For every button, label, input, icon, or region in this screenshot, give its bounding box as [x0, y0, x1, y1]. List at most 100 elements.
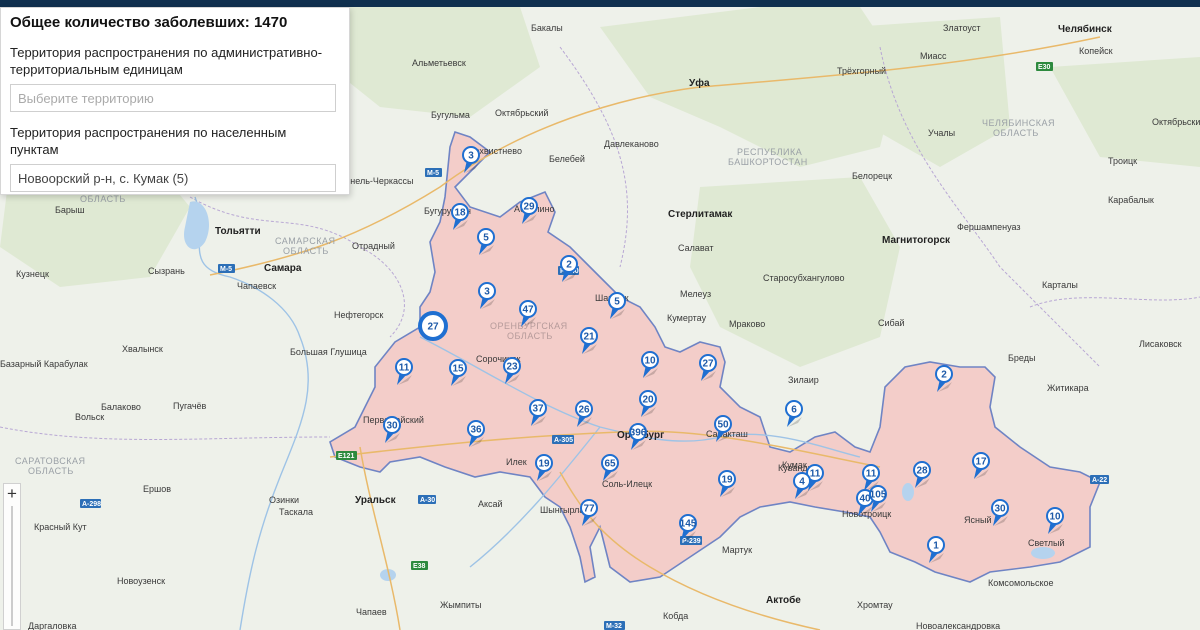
town-label: Бакалы [531, 23, 563, 33]
town-label: Уфа [689, 77, 710, 89]
town-label: Даргаловка [28, 621, 76, 630]
marker-count: 47 [522, 305, 534, 316]
town-label: Новоалександровка [916, 621, 1000, 630]
town-label: Кумак [782, 460, 807, 470]
road-label: E30 [1038, 64, 1051, 71]
town-label: Пугачёв [173, 401, 207, 411]
region-label: ОБЛАСТЬ [993, 128, 1039, 138]
marker-count: 3 [484, 287, 490, 298]
town-label: Чапаевск [237, 281, 276, 291]
marker-count: 4 [799, 477, 805, 488]
region-label: САМАРСКАЯ [275, 236, 335, 246]
town-label: Учалы [928, 128, 955, 138]
town-label: Таскала [279, 507, 313, 517]
marker-count: 23 [506, 362, 518, 373]
town-label: Челябинск [1058, 23, 1113, 35]
marker-count: 27 [427, 322, 439, 333]
road-label: M-5 [220, 266, 232, 273]
marker-count: 145 [680, 519, 697, 530]
marker-count: 30 [386, 421, 398, 432]
town-label: Самара [264, 263, 302, 274]
town-label: Тольятти [215, 226, 261, 237]
town-label: Сибай [878, 318, 905, 328]
locality-select[interactable] [10, 164, 336, 192]
region-label: САРАТОВСКАЯ [15, 456, 86, 466]
marker-count: 17 [975, 457, 987, 468]
town-label: Илек [506, 457, 527, 467]
road-label: M-5 [427, 170, 439, 177]
marker-count: 19 [538, 459, 550, 470]
town-label: Базарный Карабулак [0, 359, 88, 369]
town-label: Ершов [143, 484, 171, 494]
marker-count: 15 [452, 364, 464, 375]
town-label: Хвалынск [122, 344, 163, 354]
marker-count: 65 [604, 459, 616, 470]
town-label: Житикара [1047, 383, 1089, 393]
town-label: Лисаковск [1139, 339, 1182, 349]
town-label: Соль-Илецк [602, 479, 652, 489]
town-label: Кузнецк [16, 269, 49, 279]
marker-count: 10 [644, 356, 656, 367]
town-label: Жымпиты [440, 600, 481, 610]
town-label: Чапаев [356, 607, 387, 617]
town-label: Магнитогорск [882, 235, 951, 246]
town-label: Альметьевск [412, 58, 466, 68]
town-label: Копейск [1079, 46, 1113, 56]
marker-count: 50 [717, 420, 729, 431]
town-label: Комсомольское [988, 578, 1054, 588]
marker-count: 2 [566, 260, 572, 271]
town-label: Мартук [722, 545, 752, 555]
marker-count: 18 [454, 208, 466, 219]
marker-count: 2 [941, 370, 947, 381]
town-label: Большая Глушица [290, 347, 367, 357]
territory-label: Территория распространения по администра… [10, 45, 323, 77]
marker-count: 37 [532, 404, 544, 415]
marker-count: 36 [470, 425, 482, 436]
town-label: Трёхгорный [837, 66, 886, 76]
region-label: ОБЛАСТЬ [283, 246, 329, 256]
marker-count: 30 [994, 504, 1006, 515]
town-label: Зилаир [788, 375, 819, 385]
town-label: Хромтау [857, 600, 893, 610]
town-label: Озинки [269, 495, 299, 505]
town-label: Актобе [766, 594, 801, 606]
road-label: A-22 [1092, 477, 1107, 484]
marker-count: 3 [468, 151, 474, 162]
region-label: ЧЕЛЯБИНСКАЯ [982, 118, 1055, 128]
marker-count: 77 [583, 504, 595, 515]
town-label: Белебей [549, 154, 585, 164]
region-label: БАШКОРТОСТАН [728, 157, 808, 167]
town-label: Октябрьский [495, 108, 548, 118]
marker-count: 105 [870, 490, 887, 501]
marker-count: 28 [916, 466, 928, 477]
town-label: Миасс [920, 51, 947, 61]
territory-select[interactable] [10, 84, 336, 112]
marker-count: 10 [1049, 512, 1061, 523]
town-label: Красный Кут [34, 522, 87, 532]
town-label: Аксай [478, 499, 503, 509]
region-label: ОБЛАСТЬ [507, 331, 553, 341]
marker-count: 396 [630, 428, 647, 439]
town-label: Стерлитамак [668, 209, 733, 220]
town-label: Новоузенск [117, 576, 165, 586]
zoom-slider-track[interactable] [11, 506, 13, 626]
region-label: ОБЛАСТЬ [28, 466, 74, 476]
town-label: Фершампенуаз [957, 222, 1021, 232]
total-cases-title: Общее количество заболевших: 1470 [10, 14, 288, 31]
road-label: A-30 [420, 497, 435, 504]
town-label: Салават [678, 243, 713, 253]
road-label: M-32 [606, 623, 622, 630]
town-label: Златоуст [943, 23, 980, 33]
info-panel: Общее количество заболевших: 1470 Террит… [0, 7, 350, 195]
zoom-in-button[interactable]: + [4, 484, 20, 504]
town-label: Бугульма [431, 110, 470, 120]
locality-label: Территория распространения по населенным… [10, 125, 287, 157]
town-label: Светлый [1028, 538, 1065, 548]
case-marker[interactable]: 27 [418, 311, 448, 341]
town-label: Вольск [75, 412, 104, 422]
town-label: Кобда [663, 611, 688, 621]
marker-count: 20 [642, 395, 654, 406]
road-label: E121 [338, 453, 354, 460]
marker-count: 19 [721, 475, 733, 486]
town-label: Карталы [1042, 280, 1078, 290]
